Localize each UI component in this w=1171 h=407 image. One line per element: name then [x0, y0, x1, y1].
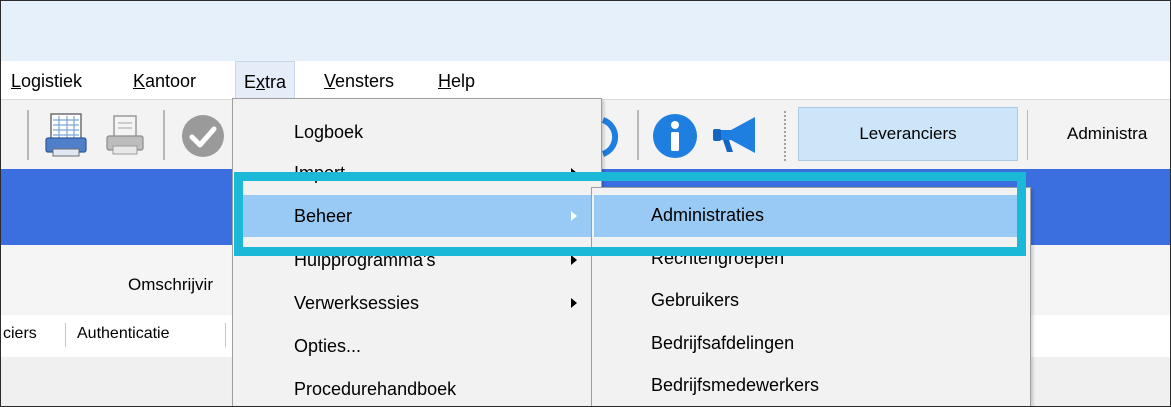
menu-kantoor-mnemonic: K — [133, 71, 146, 91]
menu-logistiek-mnemonic: L — [11, 71, 22, 91]
menu-item-verwerksessies[interactable]: Verwerksessies — [235, 282, 599, 324]
print-icon[interactable] — [103, 112, 147, 163]
tab-authenticatie[interactable]: Authenticatie — [77, 325, 170, 343]
menu-item-beheer[interactable]: Beheer — [235, 195, 599, 237]
column-header-omschrijving[interactable]: Omschrijvir — [128, 275, 213, 295]
submenu-arrow-icon — [571, 255, 577, 265]
submenu-arrow-icon — [571, 211, 577, 221]
submenu-item-label: Bedrijfsafdelingen — [651, 333, 795, 353]
menu-extra-prefix: E — [244, 72, 257, 92]
print-preview-icon[interactable] — [43, 112, 89, 163]
menu-item-label: Hulpprogramma's — [294, 250, 436, 270]
menu-help-mnemonic: H — [438, 71, 451, 91]
refresh-icon[interactable] — [601, 112, 623, 165]
menu-item-procedurehandboek[interactable]: Procedurehandboek — [235, 368, 599, 406]
submenu-item-label: Administraties — [651, 205, 765, 225]
submenu-item-bedrijfsafdelingen[interactable]: Bedrijfsafdelingen — [594, 323, 1026, 365]
menu-vensters-label: ensters — [335, 71, 395, 91]
menu-bar: Logistiek Kantoor Extra Vensters Help — [1, 61, 1170, 99]
application-window: Logistiek Kantoor Extra Vensters Help Le… — [0, 0, 1171, 407]
menu-extra-label: tra — [265, 72, 287, 92]
toolbar-separator — [637, 110, 639, 160]
submenu-item-gebruikers[interactable]: Gebruikers — [594, 280, 1026, 322]
submenu-item-rechtengroepen[interactable]: Rechtengroepen — [594, 238, 1026, 280]
menu-item-label: Procedurehandboek — [294, 379, 457, 399]
menu-item-hulpprogrammas[interactable]: Hulpprogramma's — [235, 239, 599, 281]
beheer-submenu: Administraties Rechtengroepen Gebruikers… — [591, 187, 1031, 406]
menu-item-label: Logboek — [294, 122, 364, 142]
menu-extra[interactable]: Extra — [235, 61, 296, 99]
menu-item-label: Verwerksessies — [294, 293, 420, 313]
menu-item-import[interactable]: Import — [235, 152, 599, 194]
menu-logistiek-label: ogistiek — [21, 71, 83, 91]
menu-logistiek[interactable]: Logistiek — [11, 71, 82, 92]
submenu-item-label: Gebruikers — [651, 290, 740, 310]
menu-kantoor[interactable]: Kantoor — [133, 71, 196, 92]
info-icon[interactable] — [651, 112, 699, 165]
submenu-item-bedrijfsmedewerkers[interactable]: Bedrijfsmedewerkers — [594, 365, 1026, 406]
toolbar-separator — [27, 110, 29, 160]
submenu-item-label: Rechtengroepen — [651, 248, 785, 268]
menu-item-label: Beheer — [294, 206, 353, 226]
tab-separator — [65, 323, 66, 347]
submenu-item-administraties[interactable]: Administraties — [594, 195, 1026, 237]
menu-vensters[interactable]: Vensters — [324, 71, 394, 92]
menu-item-logboek[interactable]: Logboek — [235, 111, 599, 153]
extra-dropdown-menu: Logboek Import Beheer Hulpprogramma's Ve… — [232, 98, 602, 406]
menu-help-label: elp — [451, 71, 476, 91]
title-bar — [1, 1, 1170, 61]
submenu-arrow-icon — [571, 168, 577, 178]
administraties-button[interactable]: Administra — [1067, 107, 1170, 161]
toolbar-grip[interactable] — [783, 110, 787, 162]
leveranciers-button[interactable]: Leveranciers — [798, 107, 1018, 161]
menu-extra-mnemonic: x — [256, 72, 266, 92]
toolbar-separator — [163, 110, 165, 160]
megaphone-icon[interactable] — [709, 112, 765, 165]
menu-help[interactable]: Help — [438, 71, 475, 92]
checkmark-icon[interactable] — [179, 112, 227, 165]
menu-vensters-mnemonic: V — [324, 71, 336, 91]
menu-item-label: Opties... — [294, 336, 362, 356]
tab-leveranciers[interactable]: ciers — [3, 325, 37, 343]
toolbar-separator — [1027, 110, 1028, 160]
submenu-arrow-icon — [571, 298, 577, 308]
menu-kantoor-label: antoor — [145, 71, 197, 91]
tab-separator — [225, 323, 226, 347]
submenu-item-label: Bedrijfsmedewerkers — [651, 375, 820, 395]
menu-item-label: Import — [294, 163, 346, 183]
menu-item-opties[interactable]: Opties... — [235, 325, 599, 367]
